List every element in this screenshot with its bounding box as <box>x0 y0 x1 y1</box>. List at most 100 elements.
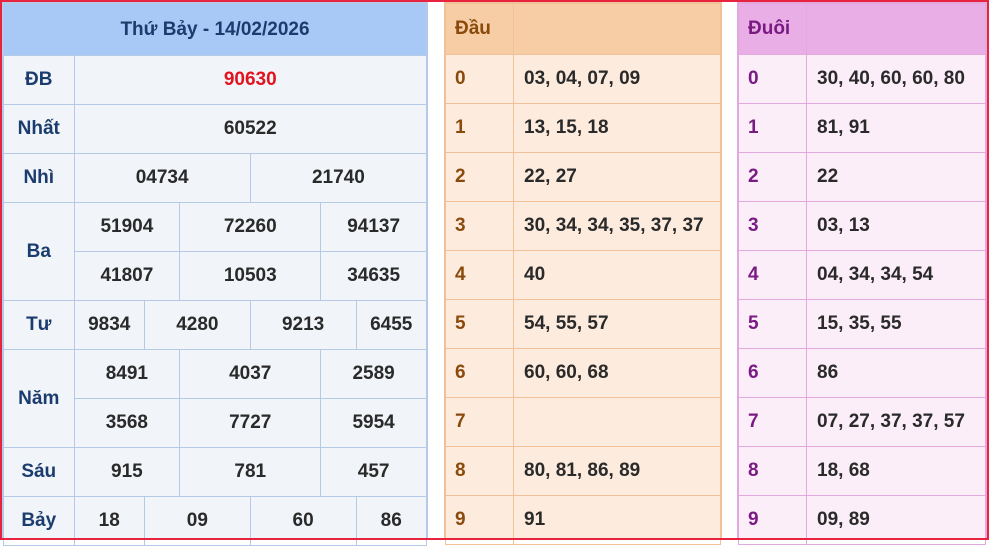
prize-number: 94137 <box>320 202 427 252</box>
duoi-numbers: 04, 34, 34, 54 <box>806 250 986 300</box>
prize-number: 90630 <box>73 55 427 105</box>
prize-number: 5954 <box>320 398 427 448</box>
dau-numbers: 22, 27 <box>513 152 721 202</box>
prize-number: 9834 <box>73 300 145 350</box>
duoi-row: 7 07, 27, 37, 37, 57 <box>738 397 986 447</box>
prize-number: 34635 <box>320 251 427 301</box>
dau-numbers: 13, 15, 18 <box>513 103 721 153</box>
duoi-header-values <box>806 3 986 55</box>
duoi-row: 2 22 <box>738 152 986 202</box>
dau-row: 3 30, 34, 34, 35, 37, 37 <box>445 201 721 251</box>
dau-table: Đầu 0 03, 04, 07, 09 1 13, 15, 18 2 22, 27 3 30… <box>444 2 722 545</box>
dau-row: 4 40 <box>445 250 721 300</box>
duoi-numbers: 30, 40, 60, 60, 80 <box>806 54 986 104</box>
prize-number: 6455 <box>355 300 427 350</box>
dau-digit: 2 <box>445 152 514 202</box>
prize-row-sau: Sáu 915 781 457 <box>3 447 427 497</box>
duoi-row: 0 30, 40, 60, 60, 80 <box>738 54 986 104</box>
prize-number: 457 <box>320 447 427 497</box>
dau-numbers: 54, 55, 57 <box>513 299 721 349</box>
prize-number: 86 <box>355 496 427 546</box>
prize-row-nam: Năm 8491 4037 2589 <box>3 349 427 448</box>
prize-number: 41807 <box>73 251 181 301</box>
duoi-digit: 5 <box>738 299 807 349</box>
duoi-row: 4 04, 34, 34, 54 <box>738 250 986 300</box>
duoi-digit: 7 <box>738 397 807 447</box>
duoi-digit: 3 <box>738 201 807 251</box>
dau-row: 5 54, 55, 57 <box>445 299 721 349</box>
prize-number: 781 <box>179 447 322 497</box>
dau-digit: 0 <box>445 54 514 104</box>
dau-row: 6 60, 60, 68 <box>445 348 721 398</box>
prize-number: 3568 <box>73 398 181 448</box>
dau-row: 1 13, 15, 18 <box>445 103 721 153</box>
draw-date-title: Thứ Bảy - 14/02/2026 <box>3 3 427 56</box>
prize-number: 04734 <box>73 153 251 203</box>
prize-number: 2589 <box>320 349 427 399</box>
dau-row: 0 03, 04, 07, 09 <box>445 54 721 104</box>
duoi-row: 8 18, 68 <box>738 446 986 496</box>
duoi-digit: 0 <box>738 54 807 104</box>
duoi-numbers: 18, 68 <box>806 446 986 496</box>
duoi-digit: 8 <box>738 446 807 496</box>
duoi-header: Đuôi <box>738 3 807 55</box>
prize-number: 21740 <box>249 153 428 203</box>
dau-row: 2 22, 27 <box>445 152 721 202</box>
dau-row: 8 80, 81, 86, 89 <box>445 446 721 496</box>
prize-label: Nhì <box>3 153 75 203</box>
duoi-row: 5 15, 35, 55 <box>738 299 986 349</box>
duoi-row: 3 03, 13 <box>738 201 986 251</box>
dau-digit: 4 <box>445 250 514 300</box>
prize-row-tu: Tư 9834 4280 9213 6455 <box>3 300 427 350</box>
prize-row-nhat: Nhất 60522 <box>3 104 427 154</box>
dau-digit: 1 <box>445 103 514 153</box>
duoi-numbers: 07, 27, 37, 37, 57 <box>806 397 986 447</box>
dau-digit: 8 <box>445 446 514 496</box>
duoi-table: Đuôi 0 30, 40, 60, 60, 80 1 81, 91 2 22 3 03, 1… <box>737 2 987 545</box>
prize-label: Nhất <box>3 104 75 154</box>
prize-row-db: ĐB 90630 <box>3 55 427 105</box>
dau-numbers <box>513 397 721 447</box>
dau-numbers: 40 <box>513 250 721 300</box>
prize-row-bay: Bảy 18 09 60 86 <box>3 496 427 546</box>
dau-digit: 5 <box>445 299 514 349</box>
dau-digit: 6 <box>445 348 514 398</box>
prize-label: Năm <box>3 349 75 448</box>
prize-number: 4037 <box>179 349 322 399</box>
dau-digit: 9 <box>445 495 514 545</box>
prize-label: Ba <box>3 202 75 301</box>
prize-number: 72260 <box>179 202 322 252</box>
prize-number: 60522 <box>73 104 427 154</box>
prize-number: 09 <box>144 496 251 546</box>
prize-number: 51904 <box>73 202 181 252</box>
prize-row-nhi: Nhì 04734 21740 <box>3 153 428 203</box>
prize-number: 60 <box>249 496 357 546</box>
prize-number: 915 <box>73 447 181 497</box>
dau-numbers: 80, 81, 86, 89 <box>513 446 721 496</box>
duoi-digit: 4 <box>738 250 807 300</box>
duoi-numbers: 81, 91 <box>806 103 986 153</box>
prize-label: ĐB <box>3 55 75 105</box>
duoi-row: 6 86 <box>738 348 986 398</box>
duoi-numbers: 15, 35, 55 <box>806 299 986 349</box>
duoi-numbers: 03, 13 <box>806 201 986 251</box>
prize-number: 10503 <box>179 251 322 301</box>
dau-numbers: 60, 60, 68 <box>513 348 721 398</box>
results-table: Thứ Bảy - 14/02/2026 ĐB 90630 Nhất 60522… <box>2 2 428 546</box>
dau-numbers: 03, 04, 07, 09 <box>513 54 721 104</box>
duoi-header-row: Đuôi <box>738 3 986 55</box>
dau-numbers: 91 <box>513 495 721 545</box>
prize-label: Bảy <box>3 496 75 546</box>
duoi-digit: 9 <box>738 495 807 545</box>
prize-row-ba: Ba 51904 72260 94137 <box>3 202 427 301</box>
dau-row: 9 91 <box>445 495 721 545</box>
prize-label: Sáu <box>3 447 75 497</box>
duoi-digit: 2 <box>738 152 807 202</box>
dau-numbers: 30, 34, 34, 35, 37, 37 <box>513 201 721 251</box>
prize-number: 9213 <box>249 300 357 350</box>
dau-digit: 7 <box>445 397 514 447</box>
prize-number: 8491 <box>73 349 181 399</box>
prize-number: 18 <box>73 496 145 546</box>
duoi-numbers: 22 <box>806 152 986 202</box>
prize-number: 4280 <box>144 300 251 350</box>
